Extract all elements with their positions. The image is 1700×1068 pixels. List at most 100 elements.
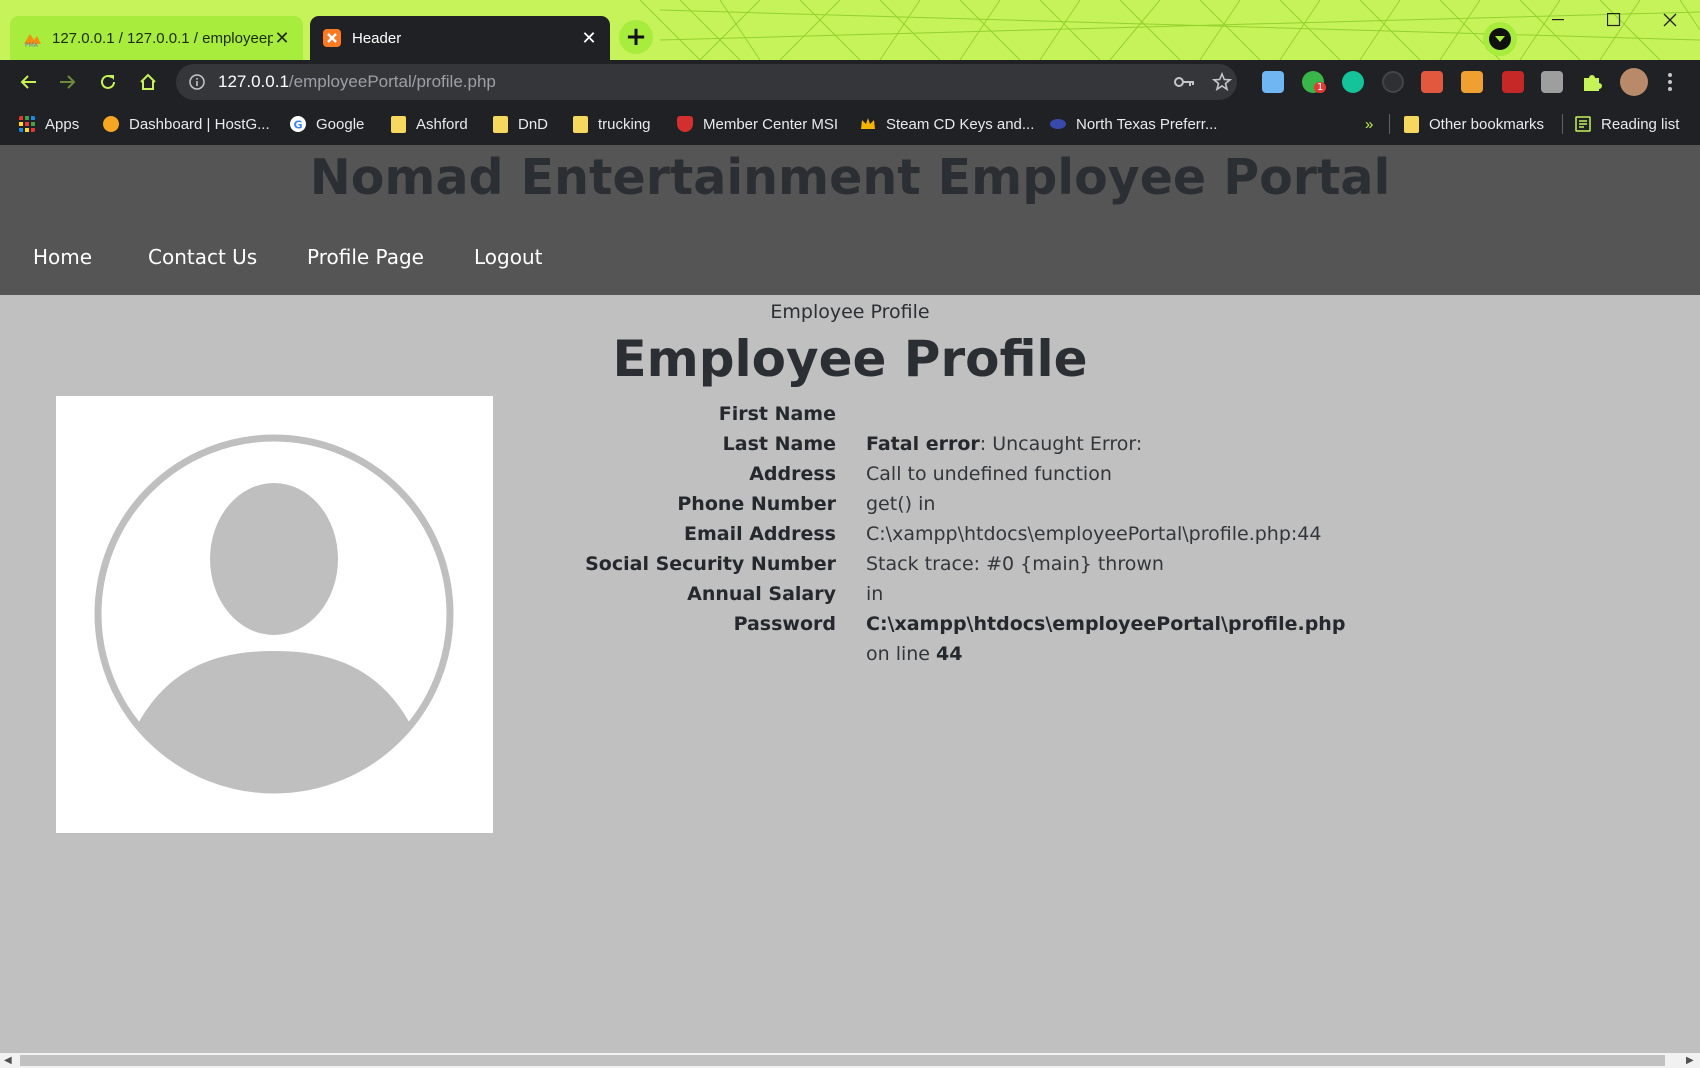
info-icon[interactable] xyxy=(189,74,205,90)
circle-extension-icon[interactable] xyxy=(1382,71,1404,93)
close-tab-icon[interactable]: ✕ xyxy=(273,28,291,49)
bookmark-steam-keys[interactable]: Steam CD Keys and... xyxy=(860,114,1034,134)
browser-toolbar: 127.0.0.1/employeePortal/profile.php 1 xyxy=(0,60,1700,104)
tab-phpmyadmin[interactable]: PMA 127.0.0.1 / 127.0.0.1 / employeep ✕ xyxy=(10,16,303,60)
puzzle-icon[interactable] xyxy=(1581,71,1603,93)
error-line: C:\xampp\htdocs\employeePortal\profile.p… xyxy=(866,523,1322,545)
divider xyxy=(1562,114,1563,134)
tab-search-button[interactable] xyxy=(1483,22,1517,56)
svg-text:G: G xyxy=(294,119,303,132)
reload-icon xyxy=(101,74,115,89)
other-bookmarks[interactable]: Other bookmarks xyxy=(1404,114,1544,134)
reading-list-icon xyxy=(1575,116,1591,132)
bookmark-msi[interactable]: Member Center MSI xyxy=(677,114,838,134)
bookmark-google[interactable]: G Google xyxy=(290,114,364,134)
label-last-name: Last Name xyxy=(722,433,836,455)
bookmark-dnd[interactable]: DnD xyxy=(493,114,548,134)
folder-icon xyxy=(391,115,406,133)
bookmark-north-texas[interactable]: North Texas Preferr... xyxy=(1050,114,1217,134)
error-line: Stack trace: #0 {main} thrown xyxy=(866,553,1164,575)
folder-icon xyxy=(573,115,588,133)
error-line: on line 44 xyxy=(866,643,963,665)
tab-title: 127.0.0.1 / 127.0.0.1 / employeep xyxy=(52,29,273,47)
close-window-button[interactable] xyxy=(1650,8,1690,32)
site-header: Nomad Entertainment Employee Portal Home… xyxy=(0,145,1700,295)
bookmarks-overflow-button[interactable]: » xyxy=(1365,114,1373,134)
new-tab-button[interactable]: + xyxy=(619,20,653,54)
site-title: Nomad Entertainment Employee Portal xyxy=(309,149,1391,206)
abc-extension-icon[interactable]: 1 xyxy=(1302,71,1327,93)
chevron-down-icon xyxy=(1489,28,1511,50)
tab-strip: PMA 127.0.0.1 / 127.0.0.1 / employeep ✕ … xyxy=(0,0,1700,60)
profile-subtitle: Employee Profile xyxy=(770,301,930,323)
image-extension-icon[interactable] xyxy=(1461,71,1483,93)
label-phone: Phone Number xyxy=(677,493,836,515)
error-line: in xyxy=(866,583,884,605)
profile-picture xyxy=(56,396,493,833)
horizontal-scrollbar[interactable]: ◀ ▶ xyxy=(0,1053,1700,1068)
label-ssn: Social Security Number xyxy=(585,553,836,575)
crown-icon xyxy=(861,118,875,129)
address-bar[interactable]: 127.0.0.1/employeePortal/profile.php xyxy=(176,64,1237,100)
extension-badge: 1 xyxy=(1314,82,1327,93)
php-error-message: Fatal error: Uncaught Error: Call to und… xyxy=(866,429,1366,669)
forward-button[interactable] xyxy=(55,69,81,95)
scroll-right-icon[interactable]: ▶ xyxy=(1686,1055,1694,1066)
error-line: get() in xyxy=(866,493,936,515)
minimize-button[interactable] xyxy=(1538,8,1578,32)
site-icon xyxy=(1050,119,1066,129)
label-first-name: First Name xyxy=(718,403,836,425)
back-button[interactable] xyxy=(15,69,41,95)
tab-header[interactable]: Header ✕ xyxy=(310,16,610,60)
profile-labels: First Name Last Name Address Phone Numbe… xyxy=(540,399,836,639)
key-icon[interactable] xyxy=(1174,74,1196,90)
hostgator-icon xyxy=(103,116,119,132)
reading-list[interactable]: Reading list xyxy=(1575,114,1679,134)
error-line: Call to undefined function xyxy=(866,463,1112,485)
bookmark-apps[interactable]: Apps xyxy=(19,114,79,134)
scroll-left-icon[interactable]: ◀ xyxy=(4,1055,12,1066)
divider xyxy=(1389,114,1390,134)
folder-icon xyxy=(1404,115,1419,133)
label-salary: Annual Salary xyxy=(687,583,836,605)
nav-contact-link[interactable]: Contact Us xyxy=(148,245,257,269)
b-extension-icon[interactable] xyxy=(1502,71,1524,93)
label-address: Address xyxy=(749,463,836,485)
bookmark-trucking[interactable]: trucking xyxy=(573,114,651,134)
page-viewport: Nomad Entertainment Employee Portal Home… xyxy=(0,145,1700,1053)
user-placeholder-icon xyxy=(94,434,454,794)
maximize-button[interactable] xyxy=(1594,8,1634,32)
bookmark-ashford[interactable]: Ashford xyxy=(391,114,468,134)
apps-grid-icon xyxy=(19,116,35,132)
nav-profile-link[interactable]: Profile Page xyxy=(307,245,424,269)
close-tab-icon[interactable]: ✕ xyxy=(580,28,598,49)
xampp-icon xyxy=(323,29,341,47)
phpmyadmin-icon: PMA xyxy=(24,34,41,48)
nav-home-link[interactable]: Home xyxy=(33,245,92,269)
browser-window: PMA 127.0.0.1 / 127.0.0.1 / employeep ✕ … xyxy=(0,0,1700,1068)
star-icon[interactable] xyxy=(1212,72,1232,92)
scrollbar-thumb[interactable] xyxy=(20,1055,1665,1066)
cloud-extension-icon[interactable] xyxy=(1262,71,1284,93)
error-line: Fatal error: Uncaught Error: xyxy=(866,433,1143,455)
home-icon xyxy=(140,73,156,90)
error-line: C:\xampp\htdocs\employeePortal\profile.p… xyxy=(866,613,1346,635)
arrow-left-icon xyxy=(20,75,36,89)
label-email: Email Address xyxy=(683,523,836,545)
nav-logout-link[interactable]: Logout xyxy=(474,245,542,269)
msi-icon xyxy=(677,116,693,132)
h-extension-icon[interactable] xyxy=(1541,71,1563,93)
arrow-right-icon xyxy=(60,75,76,89)
megaphone-icon[interactable] xyxy=(1421,71,1443,93)
reload-button[interactable] xyxy=(95,69,121,95)
url-text[interactable]: 127.0.0.1/employeePortal/profile.php xyxy=(218,72,496,92)
page-title: Employee Profile xyxy=(612,330,1088,388)
avatar[interactable] xyxy=(1620,68,1648,96)
home-button[interactable] xyxy=(135,69,161,95)
menu-icon[interactable] xyxy=(1667,72,1673,92)
bookmark-hostgator[interactable]: Dashboard | HostG... xyxy=(103,114,270,134)
google-icon: G xyxy=(290,116,306,132)
grammarly-icon[interactable] xyxy=(1342,71,1364,93)
tab-title: Header xyxy=(352,29,402,47)
svg-text:PMA: PMA xyxy=(25,42,39,48)
